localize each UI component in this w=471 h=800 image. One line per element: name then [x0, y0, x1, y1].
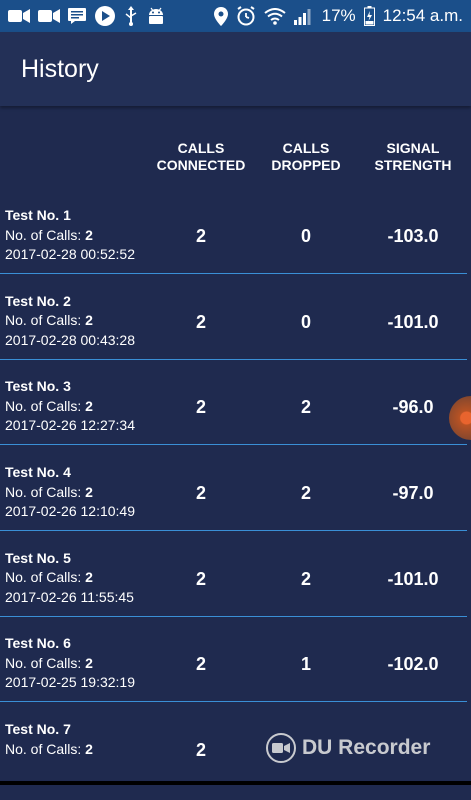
- row-info: Test No. 5 No. of Calls: 2 2017-02-26 11…: [5, 549, 134, 608]
- bottom-edge: [0, 781, 471, 785]
- test-date: 2017-02-26 12:10:49: [5, 503, 135, 520]
- signal-strength-value: -101.0: [387, 311, 439, 332]
- test-date: 2017-02-28 00:43:28: [5, 331, 135, 348]
- location-icon: [213, 6, 228, 26]
- calls-dropped-value: 2: [300, 483, 311, 504]
- signal-strength-value: -103.0: [387, 226, 439, 246]
- calls-connected-value: 2: [195, 226, 206, 246]
- row-divider: [0, 273, 467, 274]
- row-info: Test No. 4 No. of Calls: 2 2017-02-26 12…: [5, 463, 135, 522]
- row-divider: [0, 358, 467, 360]
- message-icon: [68, 7, 86, 25]
- header-calls-connected: CALLS CONNECTED: [156, 140, 246, 173]
- row-info: Test No. 6 No. of Calls: 2 2017-02-25 19…: [5, 634, 135, 693]
- calls-value: 2: [85, 397, 93, 414]
- calls-label: No. of Calls:: [5, 226, 86, 243]
- calls-count: No. of Calls: 2: [5, 311, 135, 331]
- calls-dropped-value: 0: [300, 226, 311, 246]
- test-title: Test No. 1: [5, 207, 71, 223]
- calls-dropped-value: 0: [300, 311, 311, 332]
- status-right-icons: 17% 12:54 a.m.: [213, 6, 463, 26]
- calls-count: No. of Calls: 2: [5, 654, 135, 674]
- row-info: Test No. 1 No. of Calls: 2 2017-02-28 00…: [5, 206, 135, 265]
- test-date: 2017-02-26 12:27:34: [5, 417, 135, 434]
- test-title: Test No. 5: [5, 549, 71, 566]
- video-camera-icon: [38, 7, 60, 25]
- calls-count: No. of Calls: 2: [5, 397, 135, 417]
- signal-strength-value: -97.0: [392, 483, 434, 504]
- test-date: 2017-02-26 11:55:45: [5, 588, 134, 605]
- android-icon: [146, 7, 166, 25]
- calls-connected-value: 2: [195, 568, 206, 589]
- video-camera-icon: [8, 7, 30, 25]
- history-row[interactable]: Test No. 3 No. of Calls: 2 2017-02-26 12…: [0, 371, 471, 457]
- page-title: History: [21, 54, 99, 83]
- calls-dropped-value: 2: [300, 397, 311, 418]
- table-header: CALLS CONNECTED CALLS DROPPED SIGNAL STR…: [0, 140, 471, 180]
- header-signal-strength: SIGNAL STRENGTH: [374, 140, 452, 173]
- test-title: Test No. 4: [5, 464, 71, 481]
- calls-connected-value: 2: [195, 740, 206, 761]
- calls-count: No. of Calls: 2: [5, 226, 135, 246]
- row-info: Test No. 3 No. of Calls: 2 2017-02-26 12…: [5, 377, 135, 436]
- clock: 12:54 a.m.: [382, 6, 463, 25]
- row-divider: [0, 530, 467, 532]
- history-row[interactable]: Test No. 4 No. of Calls: 2 2017-02-26 12…: [0, 457, 471, 543]
- history-row[interactable]: Test No. 1 No. of Calls: 2 2017-02-28 00…: [0, 200, 471, 286]
- history-row[interactable]: Test No. 5 No. of Calls: 2 2017-02-26 11…: [0, 543, 471, 629]
- calls-value: 2: [85, 569, 93, 586]
- row-divider: [0, 444, 467, 446]
- test-date: 2017-02-28 00:52:52: [5, 246, 135, 262]
- battery-icon: [363, 6, 375, 26]
- test-title: Test No. 7: [5, 721, 71, 738]
- row-info: Test No. 2 No. of Calls: 2 2017-02-28 00…: [5, 292, 135, 351]
- status-left-icons: [8, 6, 166, 26]
- row-divider: [0, 701, 467, 703]
- usb-icon: [124, 6, 138, 26]
- calls-label: No. of Calls:: [5, 397, 86, 414]
- calls-dropped-value: 1: [300, 654, 311, 675]
- calls-label: No. of Calls:: [5, 312, 86, 329]
- app-bar: History: [0, 32, 471, 106]
- history-row[interactable]: Test No. 6 No. of Calls: 2 2017-02-25 19…: [0, 628, 471, 714]
- wifi-icon: [264, 7, 286, 25]
- watermark-text: DU Recorder: [302, 736, 431, 759]
- calls-connected-value: 2: [195, 483, 206, 504]
- calls-value: 2: [85, 740, 93, 757]
- calls-connected-value: 2: [195, 311, 206, 332]
- calls-connected-value: 2: [195, 654, 206, 675]
- signal-strength-value: -102.0: [387, 654, 439, 675]
- test-title: Test No. 6: [5, 635, 71, 652]
- camera-icon: [266, 733, 296, 763]
- calls-value: 2: [85, 226, 93, 243]
- calls-connected-value: 2: [195, 397, 206, 418]
- test-date: 2017-02-25 19:32:19: [5, 674, 135, 691]
- calls-value: 2: [85, 654, 93, 671]
- calls-dropped-value: 2: [300, 568, 311, 589]
- calls-value: 2: [85, 312, 93, 329]
- history-row[interactable]: Test No. 2 No. of Calls: 2 2017-02-28 00…: [0, 286, 471, 372]
- calls-count: No. of Calls: 2: [5, 568, 134, 588]
- test-title: Test No. 2: [5, 292, 71, 309]
- status-bar: 17% 12:54 a.m.: [0, 0, 471, 32]
- row-info: Test No. 7 No. of Calls: 2: [5, 720, 93, 759]
- signal-strength-value: -101.0: [387, 568, 439, 589]
- play-icon: [94, 6, 116, 26]
- calls-label: No. of Calls:: [5, 569, 86, 586]
- calls-label: No. of Calls:: [5, 740, 86, 757]
- test-title: Test No. 3: [5, 378, 71, 395]
- history-list: Test No. 1 No. of Calls: 2 2017-02-28 00…: [0, 200, 471, 800]
- alarm-icon: [236, 6, 256, 26]
- calls-label: No. of Calls:: [5, 483, 86, 500]
- recorder-watermark: DU Recorder: [266, 733, 430, 763]
- calls-label: No. of Calls:: [5, 654, 86, 671]
- calls-value: 2: [85, 483, 93, 500]
- row-divider: [0, 615, 467, 617]
- battery-percent: 17%: [321, 6, 356, 25]
- calls-count: No. of Calls: 2: [5, 740, 93, 760]
- header-calls-dropped: CALLS DROPPED: [271, 140, 341, 173]
- signal-icon: [293, 7, 314, 25]
- calls-count: No. of Calls: 2: [5, 483, 135, 503]
